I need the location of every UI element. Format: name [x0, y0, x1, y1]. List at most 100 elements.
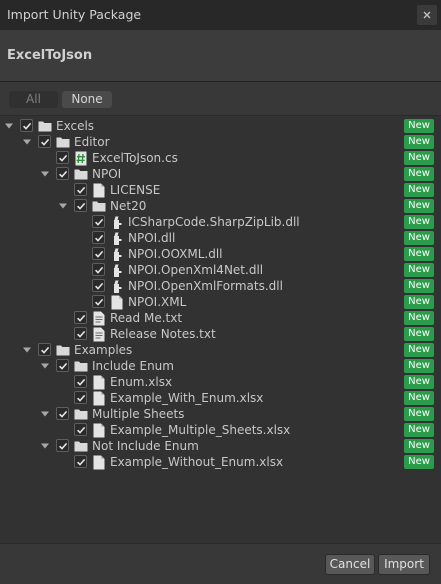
tree-item-label: ExcelToJson.cs [92, 151, 178, 165]
foldout-arrow-icon[interactable] [58, 201, 68, 211]
tree-row[interactable]: Editor New [0, 134, 441, 150]
tree-row[interactable]: Examples New [0, 342, 441, 358]
include-checkbox[interactable] [74, 375, 87, 388]
csharp-script-icon [74, 150, 88, 166]
include-checkbox[interactable] [56, 151, 69, 164]
tree-item-label: Example_With_Enum.xlsx [110, 391, 264, 405]
folder-icon [38, 118, 52, 134]
tree-row[interactable]: Enum.xlsx New [0, 374, 441, 390]
foldout-arrow-icon[interactable] [22, 345, 32, 355]
include-checkbox[interactable] [92, 295, 105, 308]
include-checkbox[interactable] [74, 199, 87, 212]
new-badge: New [404, 439, 434, 453]
cancel-button[interactable]: Cancel [325, 554, 375, 575]
select-none-button[interactable]: None [62, 91, 112, 108]
file-icon [92, 390, 106, 406]
folder-icon [56, 134, 70, 150]
include-checkbox[interactable] [92, 279, 105, 292]
tree-row[interactable]: NPOI.OOXML.dll New [0, 246, 441, 262]
tree-row[interactable]: ICSharpCode.SharpZipLib.dll New [0, 214, 441, 230]
new-badge: New [404, 263, 434, 277]
include-checkbox[interactable] [74, 183, 87, 196]
close-button[interactable] [417, 5, 437, 25]
tree-row[interactable]: ExcelToJson.cs New [0, 150, 441, 166]
tree-row[interactable]: Include Enum New [0, 358, 441, 374]
text-file-icon [92, 310, 106, 326]
tree-row[interactable]: NPOI.OpenXml4Net.dll New [0, 262, 441, 278]
foldout-arrow-icon[interactable] [40, 441, 50, 451]
tree-item-label: Example_Multiple_Sheets.xlsx [110, 423, 291, 437]
footer: Cancel Import [0, 543, 441, 584]
tree-row[interactable]: NPOI New [0, 166, 441, 182]
import-button[interactable]: Import [378, 554, 430, 575]
folder-icon [74, 406, 88, 422]
tree-row[interactable]: NPOI.XML New [0, 294, 441, 310]
select-all-button[interactable]: All [9, 91, 58, 108]
tree-row[interactable]: Release Notes.txt New [0, 326, 441, 342]
tree-item-label: Example_Without_Enum.xlsx [110, 455, 284, 469]
foldout-arrow-icon[interactable] [40, 361, 50, 371]
text-file-icon [92, 326, 106, 342]
tree-row[interactable]: LICENSE New [0, 182, 441, 198]
foldout-arrow-icon[interactable] [22, 137, 32, 147]
tree-row[interactable]: Example_Multiple_Sheets.xlsx New [0, 422, 441, 438]
selection-toolbar: All None [0, 82, 441, 116]
tree-row[interactable]: NPOI.dll New [0, 230, 441, 246]
new-badge: New [404, 183, 434, 197]
new-badge: New [404, 359, 434, 373]
tree-item-label: NPOI.OpenXmlFormats.dll [128, 279, 283, 293]
package-header: ExcelToJson [0, 30, 441, 82]
foldout-arrow-icon[interactable] [40, 169, 50, 179]
tree-item-label: Not Include Enum [92, 439, 199, 453]
include-checkbox[interactable] [38, 343, 51, 356]
folder-icon [92, 198, 106, 214]
include-checkbox[interactable] [92, 231, 105, 244]
include-checkbox[interactable] [74, 423, 87, 436]
tree-item-label: Excels [56, 119, 95, 133]
window-title: Import Unity Package [7, 7, 142, 22]
tree-row[interactable]: Excels New [0, 118, 441, 134]
foldout-arrow-icon[interactable] [4, 121, 14, 131]
include-checkbox[interactable] [74, 455, 87, 468]
tree-item-label: Multiple Sheets [92, 407, 185, 421]
folder-icon [56, 342, 70, 358]
tree-item-label: NPOI [92, 167, 122, 181]
tree-row[interactable]: Read Me.txt New [0, 310, 441, 326]
tree-row[interactable]: Example_With_Enum.xlsx New [0, 390, 441, 406]
include-checkbox[interactable] [74, 311, 87, 324]
tree-row[interactable]: NPOI.OpenXmlFormats.dll New [0, 278, 441, 294]
include-checkbox[interactable] [74, 327, 87, 340]
new-badge: New [404, 167, 434, 181]
include-checkbox[interactable] [38, 135, 51, 148]
include-checkbox[interactable] [56, 407, 69, 420]
tree-item-label: Include Enum [92, 359, 174, 373]
file-icon [110, 294, 124, 310]
file-icon [92, 454, 106, 470]
include-checkbox[interactable] [92, 247, 105, 260]
include-checkbox[interactable] [56, 167, 69, 180]
tree-row[interactable]: Example_Without_Enum.xlsx New [0, 454, 441, 470]
tree-row[interactable]: Net20 New [0, 198, 441, 214]
include-checkbox[interactable] [74, 391, 87, 404]
tree-row[interactable]: Multiple Sheets New [0, 406, 441, 422]
tree-row[interactable]: Not Include Enum New [0, 438, 441, 454]
tree-item-label: NPOI.XML [128, 295, 187, 309]
file-icon [92, 422, 106, 438]
tree-item-label: NPOI.OpenXml4Net.dll [128, 263, 264, 277]
tree-item-label: Editor [74, 135, 110, 149]
include-checkbox[interactable] [20, 119, 33, 132]
dll-icon [110, 214, 124, 230]
foldout-arrow-icon[interactable] [40, 409, 50, 419]
include-checkbox[interactable] [92, 215, 105, 228]
include-checkbox[interactable] [92, 263, 105, 276]
new-badge: New [404, 151, 434, 165]
include-checkbox[interactable] [56, 359, 69, 372]
new-badge: New [404, 311, 434, 325]
title-bar: Import Unity Package [0, 0, 441, 30]
new-badge: New [404, 423, 434, 437]
tree-item-label: NPOI.dll [128, 231, 176, 245]
new-badge: New [404, 343, 434, 357]
include-checkbox[interactable] [56, 439, 69, 452]
folder-icon [74, 166, 88, 182]
new-badge: New [404, 279, 434, 293]
